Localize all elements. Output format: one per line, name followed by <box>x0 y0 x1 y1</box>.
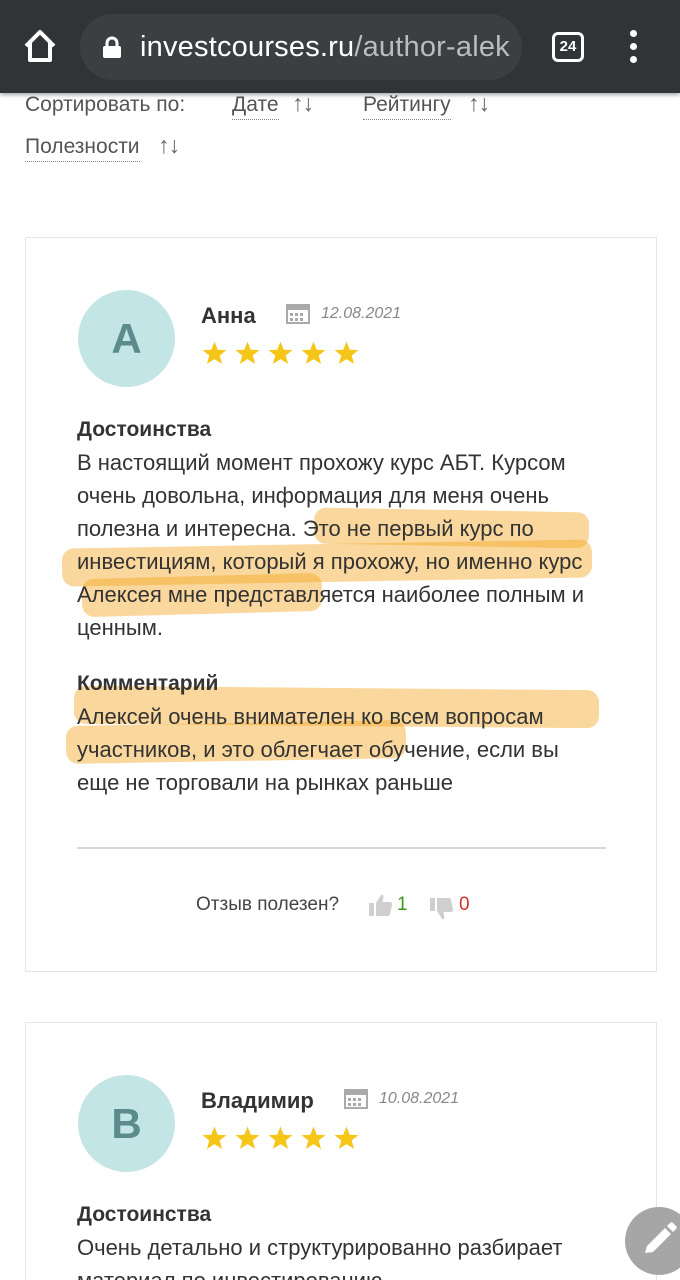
sort-arrows-icon[interactable]: ↑↓ <box>158 132 180 159</box>
star-icon <box>301 1126 326 1149</box>
pencil-icon <box>645 1222 677 1253</box>
divider <box>77 847 606 849</box>
rating-stars <box>201 340 366 366</box>
calendar-icon <box>344 1087 368 1109</box>
avatar: А <box>78 290 175 387</box>
useful-question: Отзыв полезен? <box>196 894 340 915</box>
overflow-menu-icon[interactable] <box>622 30 646 64</box>
star-icon <box>235 1126 260 1149</box>
sort-option-usefulness[interactable]: Полезности <box>25 135 140 162</box>
url-host: investcourses.ru <box>140 31 355 63</box>
review-date: 10.08.2021 <box>379 1090 460 1107</box>
sort-arrows-icon[interactable]: ↑↓ <box>468 90 490 117</box>
lock-icon <box>102 36 122 58</box>
pros-text: В настоящий момент прохожу курс АБТ. Кур… <box>77 450 585 640</box>
write-review-button[interactable] <box>625 1207 680 1275</box>
url-text: investcourses.ru/author-alek <box>140 31 510 64</box>
tab-switcher-button[interactable]: 24 <box>552 32 584 62</box>
sort-option-date[interactable]: Дате <box>232 93 279 120</box>
star-icon <box>235 341 260 364</box>
likes-count: 1 <box>397 894 408 915</box>
browser-toolbar: investcourses.ru/author-alek 24 <box>0 0 680 93</box>
star-icon <box>334 1126 359 1149</box>
rating-stars <box>201 1125 366 1151</box>
review-date: 12.08.2021 <box>321 305 402 322</box>
avatar: В <box>78 1075 175 1172</box>
sort-bar: Сортировать по: Дате ↑↓ Рейтингу ↑↓ Поле… <box>0 90 680 173</box>
thumbs-up-icon[interactable] <box>368 892 394 918</box>
dislikes-count: 0 <box>459 894 470 915</box>
sort-arrows-icon[interactable]: ↑↓ <box>292 90 314 117</box>
url-path: /author-alek <box>354 31 510 63</box>
star-icon <box>268 341 293 364</box>
home-icon[interactable] <box>18 24 62 68</box>
review-card: В Владимир 10.08.2021 Достоинства Очень … <box>25 1022 657 1280</box>
star-icon <box>202 1126 227 1149</box>
review-card: А Анна 12.08.2021 Достоинства В настоящи… <box>25 237 657 972</box>
star-icon <box>334 341 359 364</box>
pros-heading: Достоинства <box>77 418 212 441</box>
comment-text: Алексей очень внимателен ко всем вопроса… <box>77 704 559 795</box>
calendar-icon <box>286 302 310 324</box>
comment-heading: Комментарий <box>77 672 219 695</box>
sort-option-rating[interactable]: Рейтингу <box>363 93 451 120</box>
pros-text: Очень детально и структурированно разбир… <box>77 1235 563 1280</box>
review-author: Владимир <box>201 1088 314 1113</box>
sort-label: Сортировать по: <box>25 93 186 116</box>
review-author: Анна <box>201 303 256 328</box>
pros-heading: Достоинства <box>77 1203 212 1226</box>
thumbs-down-icon[interactable] <box>429 896 455 922</box>
star-icon <box>301 341 326 364</box>
star-icon <box>268 1126 293 1149</box>
address-bar[interactable]: investcourses.ru/author-alek <box>80 14 522 80</box>
star-icon <box>202 341 227 364</box>
